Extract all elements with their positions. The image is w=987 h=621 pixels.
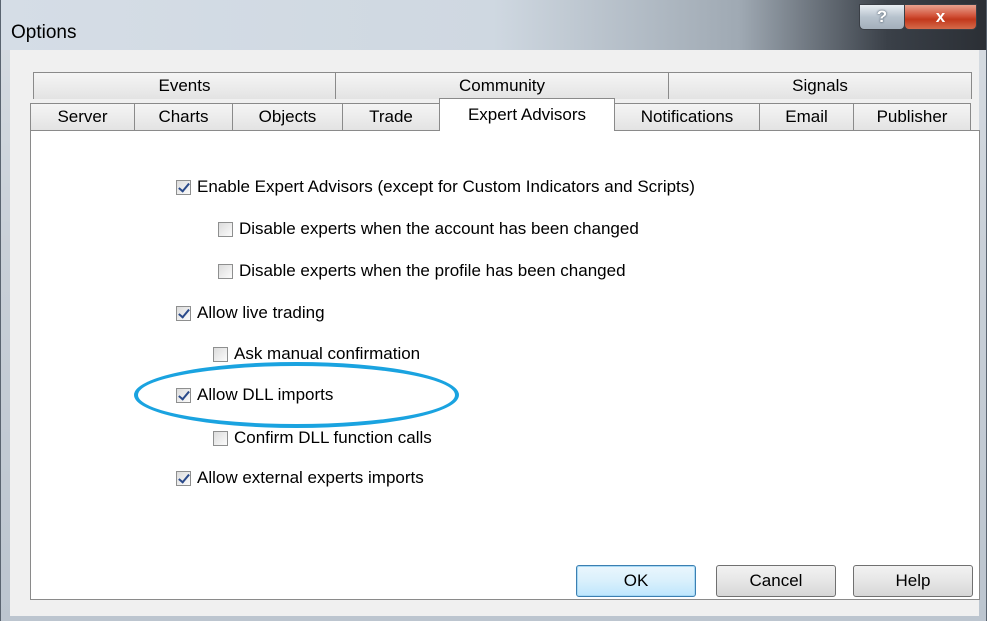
checkbox[interactable] bbox=[218, 221, 233, 237]
tab-server[interactable]: Server bbox=[30, 103, 135, 130]
button-label: Cancel bbox=[749, 571, 803, 590]
tab-label: Expert Advisors bbox=[467, 105, 587, 124]
close-icon: x bbox=[935, 7, 946, 26]
tab-label: Charts bbox=[158, 107, 209, 126]
tab-label: Signals bbox=[792, 76, 848, 95]
tab-events[interactable]: Events bbox=[33, 72, 336, 99]
option-label: Disable experts when the account has bee… bbox=[239, 219, 639, 238]
tab-email[interactable]: Email bbox=[759, 103, 854, 130]
option-disable-on-account-change[interactable]: Disable experts when the account has bee… bbox=[218, 217, 639, 241]
help-button[interactable]: Help bbox=[853, 565, 973, 597]
tab-label: Email bbox=[785, 107, 828, 126]
option-confirm-dll-function-calls[interactable]: Confirm DLL function calls bbox=[213, 426, 432, 450]
dialog-client-area: Events Community Signals Server Charts O… bbox=[10, 50, 980, 616]
option-disable-on-profile-change[interactable]: Disable experts when the profile has bee… bbox=[218, 259, 626, 283]
checkbox[interactable] bbox=[218, 263, 233, 279]
tab-label: Notifications bbox=[640, 107, 734, 126]
button-label: OK bbox=[623, 571, 649, 590]
button-label: Help bbox=[895, 571, 931, 590]
ok-button[interactable]: OK bbox=[576, 565, 696, 597]
question-icon: ? bbox=[876, 7, 888, 26]
tab-expert-advisors[interactable]: Expert Advisors bbox=[439, 98, 615, 131]
checkbox[interactable] bbox=[213, 430, 228, 446]
option-allow-live-trading[interactable]: Allow live trading bbox=[176, 301, 325, 325]
tab-publisher[interactable]: Publisher bbox=[853, 103, 971, 130]
checkbox[interactable] bbox=[213, 346, 228, 362]
option-label: Allow external experts imports bbox=[197, 468, 424, 487]
checkbox[interactable] bbox=[176, 470, 191, 486]
checkbox[interactable] bbox=[176, 305, 191, 321]
option-label: Enable Expert Advisors (except for Custo… bbox=[197, 177, 695, 196]
option-enable-expert-advisors[interactable]: Enable Expert Advisors (except for Custo… bbox=[176, 175, 695, 199]
option-label: Confirm DLL function calls bbox=[234, 428, 432, 447]
tab-signals[interactable]: Signals bbox=[668, 72, 972, 99]
option-label: Allow live trading bbox=[197, 303, 325, 322]
title-help-button[interactable]: ? bbox=[859, 4, 905, 30]
title-bar[interactable]: Options ? x bbox=[1, 0, 986, 50]
highlight-ellipse bbox=[134, 362, 459, 428]
tab-label: Trade bbox=[369, 107, 413, 126]
tab-label: Events bbox=[158, 76, 211, 95]
tab-label: Publisher bbox=[876, 107, 948, 126]
cancel-button[interactable]: Cancel bbox=[716, 565, 836, 597]
tab-label: Community bbox=[459, 76, 545, 95]
tab-objects[interactable]: Objects bbox=[232, 103, 343, 130]
option-label: Ask manual confirmation bbox=[234, 344, 421, 363]
tab-notifications[interactable]: Notifications bbox=[614, 103, 760, 130]
tab-label: Server bbox=[57, 107, 108, 126]
options-dialog: Options ? x Events Community Signals Ser… bbox=[0, 0, 987, 621]
close-button[interactable]: x bbox=[904, 4, 977, 30]
option-label: Disable experts when the profile has bee… bbox=[239, 261, 626, 280]
tab-trade[interactable]: Trade bbox=[342, 103, 440, 130]
expert-advisors-panel bbox=[30, 130, 980, 600]
option-allow-external-experts-imports[interactable]: Allow external experts imports bbox=[176, 466, 424, 490]
window-title: Options bbox=[11, 22, 77, 43]
tab-community[interactable]: Community bbox=[335, 72, 669, 99]
tab-label: Objects bbox=[258, 107, 317, 126]
checkbox[interactable] bbox=[176, 179, 191, 195]
tab-charts[interactable]: Charts bbox=[134, 103, 233, 130]
